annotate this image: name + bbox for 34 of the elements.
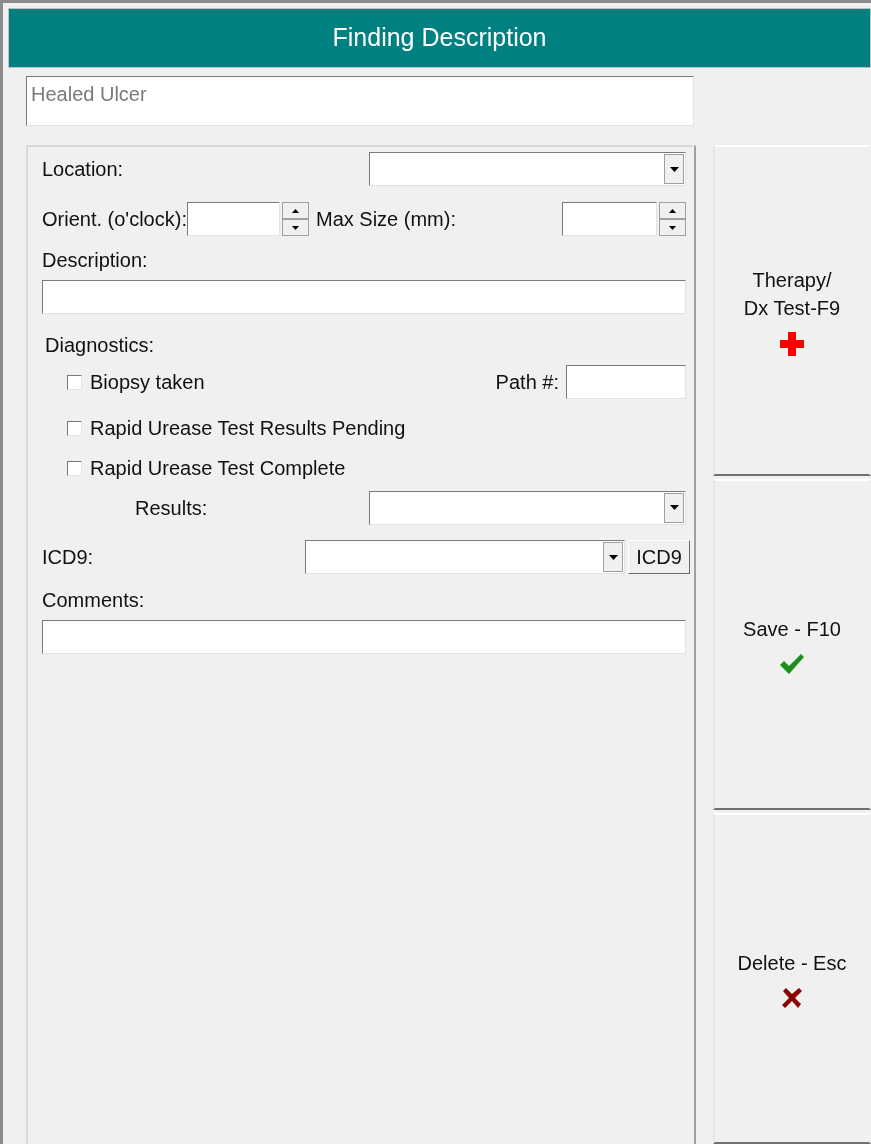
spinner-icon[interactable] (659, 202, 686, 236)
field-label: Description: (42, 248, 149, 272)
field-label: ICD9: (42, 545, 95, 570)
checkbox-label: Rapid Urease Test Results Pending (90, 416, 406, 441)
checkmark-icon (779, 652, 805, 675)
description-field[interactable] (42, 280, 686, 314)
dropdown[interactable] (369, 152, 686, 186)
action-button[interactable]: Delete - Esc (713, 813, 871, 1144)
cross-icon (781, 986, 803, 1009)
checkbox[interactable] (67, 420, 82, 436)
checkbox[interactable] (67, 374, 82, 390)
number-field[interactable] (186, 202, 280, 236)
section-label: Diagnostics: (45, 333, 155, 357)
finding-name-field[interactable]: Healed Ulcer (26, 76, 694, 126)
field-label: Max Size (mm): (315, 207, 457, 232)
field-label: Comments: (42, 588, 146, 612)
action-button[interactable]: Therapy/ Dx Test-F9 (713, 145, 871, 476)
field-label: Orient. (o'clock): (42, 207, 187, 232)
field-label: Path #: (495, 370, 559, 395)
checkbox[interactable] (67, 460, 82, 476)
field-label: Location: (42, 157, 125, 182)
field-label: Results: (135, 495, 209, 521)
spinner-icon[interactable] (281, 202, 309, 236)
icd9-button[interactable]: ICD9 (628, 540, 690, 574)
action-button[interactable]: Save - F10 (713, 479, 871, 810)
checkbox-label: Rapid Urease Test Complete (90, 456, 346, 481)
dropdown[interactable] (305, 540, 625, 574)
number-field[interactable] (562, 202, 657, 236)
window-title: Finding Description (8, 8, 871, 68)
comments-field[interactable] (42, 620, 686, 654)
dropdown[interactable] (369, 490, 686, 525)
plus-icon (780, 331, 804, 356)
checkbox-label: Biopsy taken (90, 370, 205, 395)
path-number-field[interactable] (566, 365, 686, 399)
